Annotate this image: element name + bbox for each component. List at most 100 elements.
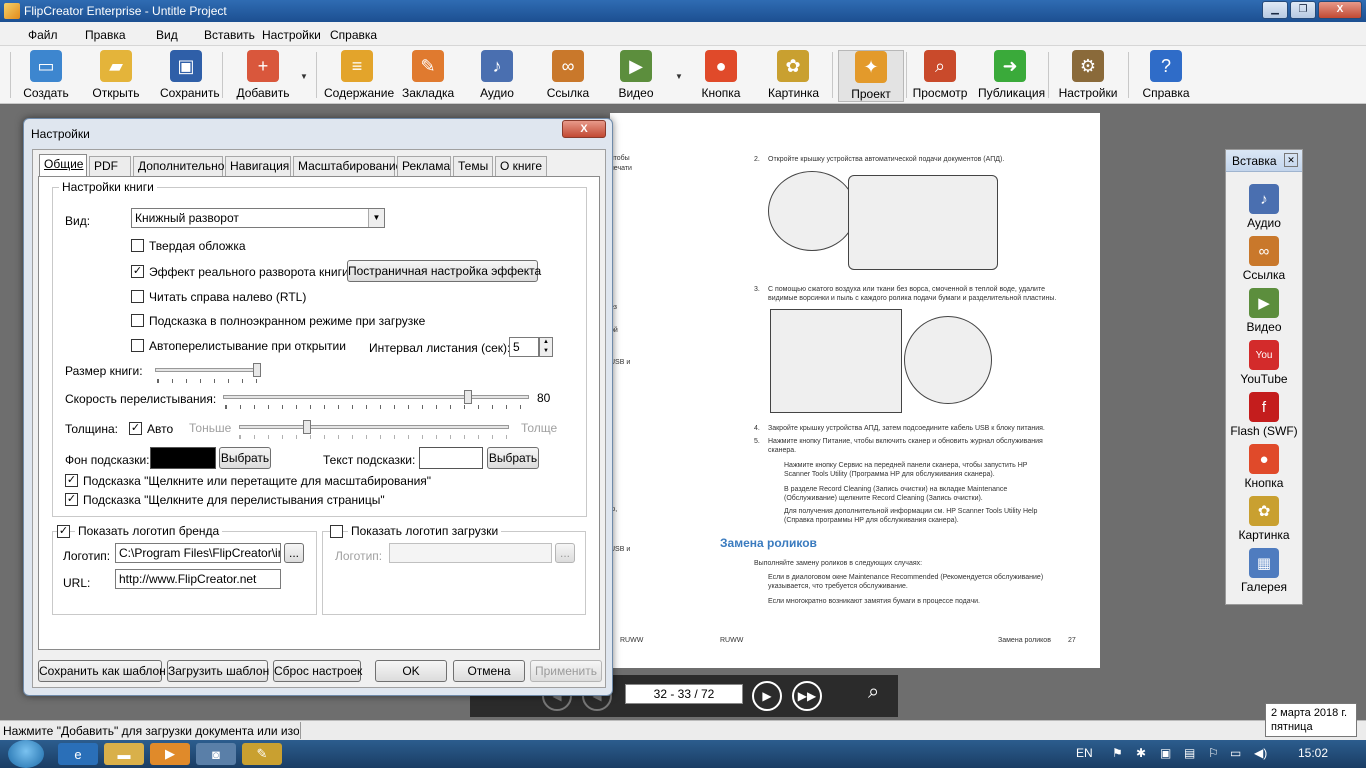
- insert-item-label: Галерея: [1240, 580, 1288, 594]
- video-dropdown-arrow[interactable]: ▼: [675, 72, 683, 81]
- hint-bg-swatch[interactable]: [150, 447, 216, 469]
- load-template-button[interactable]: Загрузить шаблон: [167, 660, 269, 682]
- add-button[interactable]: + Добавить: [234, 50, 292, 102]
- insert-item-link[interactable]: ∞ Ссылка: [1226, 236, 1302, 282]
- rtl-checkbox[interactable]: [131, 290, 144, 303]
- flip-interval-input[interactable]: 5: [509, 337, 539, 357]
- link-button[interactable]: ∞ Ссылка: [544, 50, 592, 102]
- zoom-icon[interactable]: ⌕: [868, 681, 894, 707]
- bookmark-button[interactable]: ✎ Закладка: [402, 50, 454, 102]
- menu-edit[interactable]: Правка: [85, 28, 126, 42]
- audio-button[interactable]: ♪ Аудио: [478, 50, 516, 102]
- hard-cover-checkbox[interactable]: [131, 239, 144, 252]
- brand-logo-input[interactable]: C:\Program Files\FlipCreator\imag: [115, 543, 281, 563]
- open-button[interactable]: ▰ Открыть: [92, 50, 140, 102]
- menu-help[interactable]: Справка: [330, 28, 377, 42]
- minimize-button[interactable]: ▁: [1262, 1, 1288, 19]
- video-button[interactable]: ▶ Видео: [616, 50, 656, 102]
- page-indicator[interactable]: 32 - 33 / 72: [625, 684, 743, 704]
- book-page-spread[interactable]: чтобы печати ез ой USB и ю, USB и 2. Отк…: [610, 113, 1100, 668]
- contents-button[interactable]: ≡ Содержание: [324, 50, 394, 102]
- dialog-close-button[interactable]: X: [562, 120, 606, 138]
- add-dropdown-arrow[interactable]: ▼: [300, 72, 308, 81]
- tab-pdf[interactable]: PDF: [89, 156, 131, 176]
- settings-button[interactable]: ⚙ Настройки: [1058, 50, 1118, 102]
- show-loading-logo-checkbox[interactable]: [330, 525, 343, 538]
- save-template-button[interactable]: Сохранить как шаблон: [38, 660, 166, 682]
- insert-item-gallery[interactable]: ▦ Галерея: [1226, 548, 1302, 594]
- flip-speed-label: Скорость перелистывания:: [65, 392, 217, 406]
- project-button[interactable]: ✦ Проект: [838, 50, 904, 102]
- ie-icon[interactable]: e: [58, 743, 98, 765]
- hint-bg-choose-button[interactable]: Выбрать: [219, 447, 271, 469]
- book-size-slider-thumb[interactable]: [252, 363, 261, 377]
- action-center-icon[interactable]: ⚐: [1208, 746, 1219, 760]
- network-icon[interactable]: ▭: [1230, 746, 1241, 760]
- preview-button[interactable]: ⌕ Просмотр: [912, 50, 968, 102]
- start-button[interactable]: [8, 740, 44, 768]
- camera-icon[interactable]: ◙: [196, 743, 236, 765]
- insert-item-video[interactable]: ▶ Видео: [1226, 288, 1302, 334]
- tab-themes[interactable]: Темы: [453, 156, 493, 176]
- menu-view[interactable]: Вид: [156, 28, 178, 42]
- picture-button[interactable]: ✿ Картинка: [768, 50, 819, 102]
- insert-item-button[interactable]: ● Кнопка: [1226, 444, 1302, 490]
- real-flip-checkbox[interactable]: ✓: [131, 265, 144, 278]
- close-button[interactable]: X: [1318, 1, 1362, 19]
- insert-item-picture[interactable]: ✿ Картинка: [1226, 496, 1302, 542]
- view-select[interactable]: Книжный разворот ▼: [131, 208, 385, 228]
- bluetooth-icon[interactable]: ✱: [1136, 746, 1146, 760]
- create-button[interactable]: ▭ Создать: [22, 50, 70, 102]
- tab-advanced[interactable]: Дополнительно: [133, 156, 224, 176]
- flip-speed-slider-thumb[interactable]: [463, 390, 472, 404]
- thickness-slider-thumb[interactable]: [302, 420, 311, 434]
- hint-text-swatch[interactable]: [419, 447, 483, 469]
- brand-url-input[interactable]: http://www.FlipCreator.net: [115, 569, 281, 589]
- reset-settings-button[interactable]: Сброс настроек: [273, 660, 362, 682]
- hint-zoom-checkbox[interactable]: ✓: [65, 474, 78, 487]
- last-page-icon[interactable]: ▶▶: [792, 681, 822, 711]
- flag-icon[interactable]: ⚑: [1112, 746, 1123, 760]
- flip-interval-spinner[interactable]: ▲ ▼: [539, 337, 553, 357]
- brand-logo-browse-button[interactable]: ...: [284, 543, 304, 563]
- tab-scaling[interactable]: Масштабирование: [293, 156, 402, 176]
- show-brand-logo-checkbox[interactable]: ✓: [57, 525, 70, 538]
- autoflip-checkbox[interactable]: [131, 339, 144, 352]
- thickness-auto-checkbox[interactable]: ✓: [129, 422, 142, 435]
- flipcreator-task-icon[interactable]: ✎: [242, 743, 282, 765]
- volume-icon[interactable]: ◀): [1254, 746, 1267, 760]
- help-button[interactable]: ? Справка: [1140, 50, 1192, 102]
- maximize-button[interactable]: ❐: [1290, 1, 1316, 19]
- ok-button[interactable]: OK: [375, 660, 447, 682]
- language-indicator[interactable]: EN: [1076, 746, 1093, 760]
- insert-item-youtube[interactable]: You YouTube: [1226, 340, 1302, 386]
- tab-general[interactable]: Общие: [39, 154, 87, 177]
- book-size-slider[interactable]: [155, 368, 259, 372]
- media-player-icon[interactable]: ▶: [150, 743, 190, 765]
- cancel-button[interactable]: Отмена: [453, 660, 525, 682]
- insert-item-flash[interactable]: f Flash (SWF): [1226, 392, 1302, 438]
- tab-advertising[interactable]: Реклама: [397, 156, 451, 176]
- page-effect-button[interactable]: Постраничная настройка эффекта: [347, 260, 541, 282]
- hint-text-choose-button[interactable]: Выбрать: [487, 447, 539, 469]
- flip-speed-slider[interactable]: [223, 395, 529, 399]
- settings-dialog: Настройки X Общие PDF Дополнительно Навигац…: [23, 118, 613, 696]
- button-tool-button[interactable]: ● Кнопка: [700, 50, 742, 102]
- insert-item-audio[interactable]: ♪ Аудио: [1226, 184, 1302, 230]
- publish-button[interactable]: ➜ Публикация: [978, 50, 1045, 102]
- save-button[interactable]: ▣ Сохранить: [160, 50, 220, 102]
- menu-file[interactable]: Файл: [28, 28, 58, 42]
- tab-about-book[interactable]: О книге: [495, 156, 547, 176]
- tab-navigation[interactable]: Навигация: [225, 156, 291, 176]
- insert-panel-close-button[interactable]: ✕: [1284, 153, 1298, 167]
- explorer-icon[interactable]: ▬: [104, 743, 144, 765]
- thickness-slider[interactable]: [239, 425, 509, 429]
- fullscreen-hint-checkbox[interactable]: [131, 314, 144, 327]
- next-page-icon[interactable]: ▶: [752, 681, 782, 711]
- clock[interactable]: 15:02: [1298, 746, 1328, 760]
- tray-app-icon[interactable]: ▤: [1184, 746, 1195, 760]
- menu-insert[interactable]: Вставить: [204, 28, 255, 42]
- menu-settings[interactable]: Настройки: [262, 28, 321, 42]
- tray-app-icon[interactable]: ▣: [1160, 746, 1171, 760]
- hint-flip-checkbox[interactable]: ✓: [65, 493, 78, 506]
